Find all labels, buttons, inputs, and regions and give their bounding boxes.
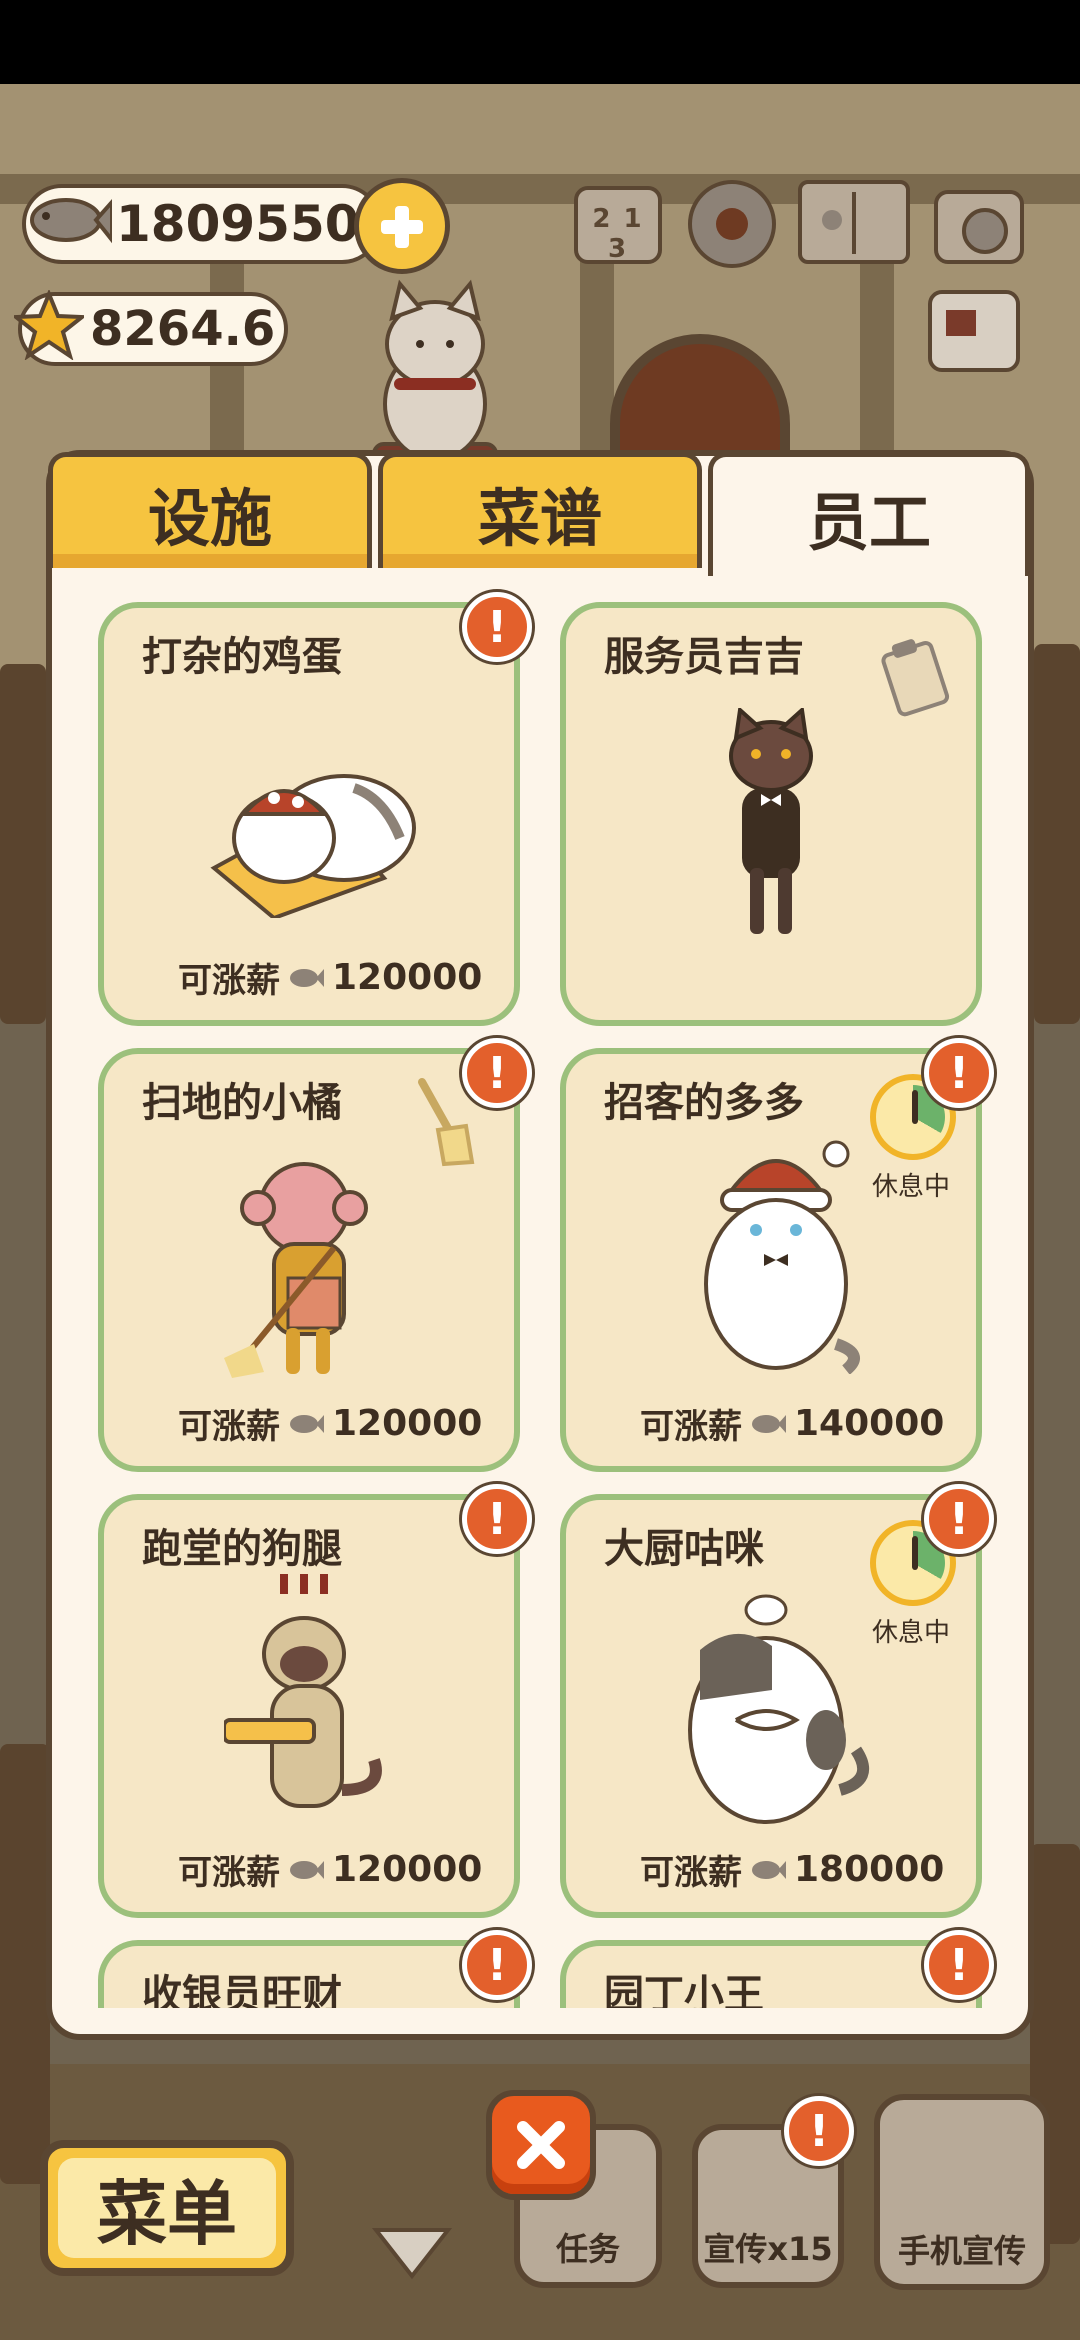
menu-label: 菜单	[97, 2172, 237, 2255]
shelf	[0, 664, 46, 1024]
staff-name: 招客的多多	[604, 1080, 804, 1126]
salary-amount: 180000	[794, 1849, 945, 1890]
raise-salary-row: 可涨薪 120000	[178, 1399, 482, 1448]
staff-name: 跑堂的狗腿	[142, 1526, 342, 1572]
staff-portrait-xiaoju	[224, 1162, 368, 1378]
raise-label: 可涨薪	[178, 961, 280, 1001]
promotion-label: 宣传x15	[703, 2230, 833, 2268]
fish-icon	[290, 1414, 324, 1433]
staff-card[interactable]: 服务员吉吉	[560, 602, 982, 1026]
staff-card[interactable]: 跑堂的狗腿 可涨薪 120000	[98, 1494, 520, 1918]
staff-list[interactable]: 打杂的鸡蛋 可涨薪 120000 ! 服务员吉吉 扫地的小橘 可涨薪 12000…	[52, 572, 1028, 2008]
promotion-alert-badge: !	[784, 2096, 854, 2166]
raise-label: 可涨薪	[178, 1407, 280, 1447]
cat-book-button[interactable]	[798, 180, 910, 264]
tab-facilities[interactable]: 设施	[48, 452, 372, 568]
tab-recipes[interactable]: 菜谱	[378, 452, 702, 568]
staff-name: 大厨咕咪	[604, 1526, 764, 1572]
raise-salary-row: 可涨薪 120000	[178, 1845, 482, 1894]
leaderboard-button[interactable]: 2 1 3	[574, 186, 662, 264]
staff-card[interactable]: 招客的多多 休息中 可涨薪 140000	[560, 1048, 982, 1472]
staff-card[interactable]: 园丁小王	[560, 1940, 982, 2008]
close-button[interactable]	[486, 2090, 596, 2200]
staff-name: 扫地的小橘	[142, 1080, 342, 1126]
staff-name: 收银员旺财	[142, 1972, 342, 2008]
staff-portrait-duoduo	[704, 1140, 860, 1374]
alert-badge: !	[462, 1484, 532, 1554]
staff-card[interactable]: 打杂的鸡蛋 可涨薪 120000	[98, 602, 520, 1026]
raise-label: 可涨薪	[178, 1853, 280, 1893]
fish-count: 1809550	[116, 195, 360, 253]
alert-badge: !	[924, 1930, 994, 2000]
staff-card[interactable]: 大厨咕咪 休息中 可涨薪 180000	[560, 1494, 982, 1918]
status-bar	[0, 0, 1080, 84]
raise-label: 可涨薪	[640, 1407, 742, 1447]
salary-amount: 140000	[794, 1403, 945, 1444]
close-icon	[517, 2121, 565, 2169]
staff-portrait-egg	[210, 774, 416, 918]
alert-badge: !	[462, 592, 532, 662]
star-icon	[14, 290, 84, 360]
staff-name: 打杂的鸡蛋	[142, 634, 342, 680]
staff-name: 园丁小王	[604, 1972, 764, 2008]
raise-salary-row: 可涨薪 120000	[178, 953, 482, 1002]
settings-button[interactable]	[688, 180, 776, 268]
raise-label: 可涨薪	[640, 1853, 742, 1893]
salary-amount: 120000	[332, 1403, 483, 1444]
raise-salary-row: 可涨薪 140000	[640, 1399, 944, 1448]
fish-icon	[290, 968, 324, 987]
chevron-down-icon[interactable]	[372, 2222, 452, 2282]
add-fish-button[interactable]	[354, 178, 450, 274]
clipboard-icon	[881, 639, 950, 717]
alert-badge: !	[462, 1930, 532, 2000]
fish-icon	[30, 198, 112, 244]
salary-amount: 120000	[332, 957, 483, 998]
shelf	[1034, 644, 1080, 1024]
staff-card[interactable]: 扫地的小橘 可涨薪 120000	[98, 1048, 520, 1472]
phone-promotion-label: 手机宣传	[897, 2232, 1026, 2270]
salary-amount: 120000	[332, 1849, 483, 1890]
rest-status: 休息中	[872, 1172, 951, 1202]
book-icon	[822, 192, 856, 254]
task-label: 任务	[555, 2230, 620, 2268]
fish-icon	[752, 1860, 786, 1879]
staff-name: 服务员吉吉	[604, 634, 804, 680]
shelf	[0, 1744, 50, 2184]
fish-icon	[752, 1414, 786, 1433]
staff-portrait-gumi	[688, 1594, 870, 1824]
alert-badge: !	[462, 1038, 532, 1108]
rest-status: 休息中	[872, 1618, 951, 1648]
fish-icon	[290, 1860, 324, 1879]
leaderboard-icon: 2 1 3	[592, 204, 644, 264]
alert-badge: !	[924, 1038, 994, 1108]
alert-badge: !	[924, 1484, 994, 1554]
staff-card[interactable]: 收银员旺财	[98, 1940, 520, 2008]
staff-portrait-jiji	[729, 708, 813, 934]
star-count: 8264.6	[90, 301, 276, 357]
staff-portrait-goutui	[224, 1574, 382, 1808]
tab-staff[interactable]: 员工	[708, 452, 1030, 576]
menu-button[interactable]: 菜单	[40, 2140, 294, 2276]
raise-salary-row: 可涨薪 180000	[640, 1845, 944, 1894]
phone-promotion-button[interactable]: 手机宣传	[874, 2094, 1050, 2290]
camera-button[interactable]	[934, 190, 1024, 264]
newspaper-button[interactable]	[928, 290, 1020, 372]
